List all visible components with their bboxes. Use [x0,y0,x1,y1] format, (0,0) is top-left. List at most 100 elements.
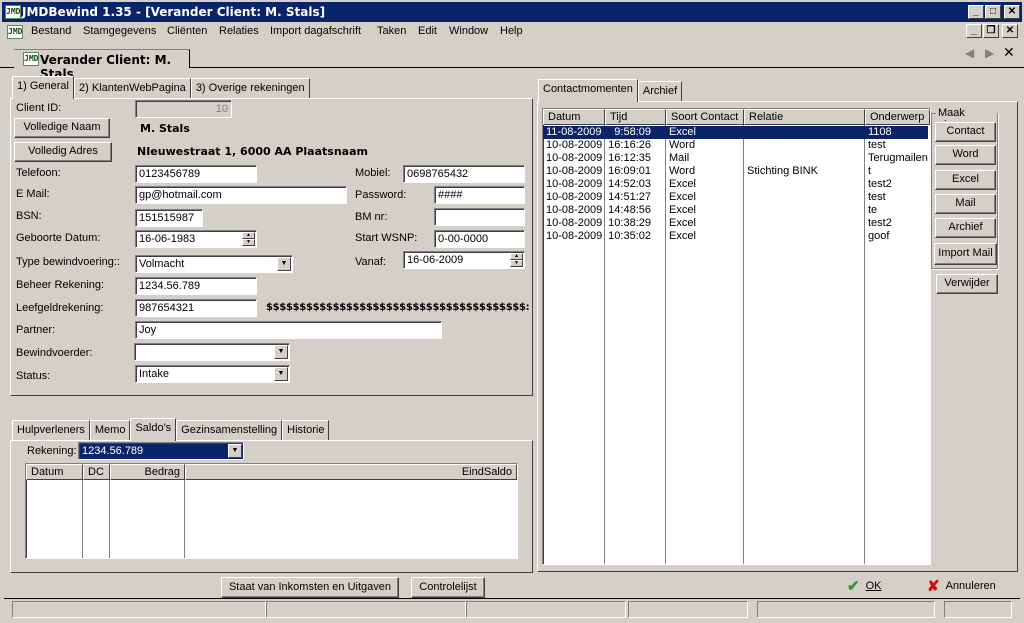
col-header-bedrag[interactable]: Bedrag [110,464,185,480]
menu-taken[interactable]: Taken [377,25,406,37]
minimize-button[interactable]: _ [968,5,984,19]
cell-soort: Excel [669,126,696,138]
col-header-dc[interactable]: DC [83,464,110,480]
leefgeldrekening-field[interactable]: 987654321 [135,299,257,317]
spin-up-icon[interactable]: ▲ [242,232,255,239]
geboorte-datum-field[interactable]: 16-06-1983 ▲ ▼ [135,230,257,248]
col-header-datum[interactable]: Datum [543,109,605,125]
menu-clienten[interactable]: Cliënten [167,25,207,37]
tab-close-icon[interactable]: ✕ [1003,44,1015,61]
vanaf-field[interactable]: 16-06-2009 ▲ ▼ [403,251,525,269]
password-field[interactable]: #### [434,186,525,204]
bsn-field[interactable]: 151515987 [135,209,203,227]
bewindvoerder-select[interactable]: ▼ [134,343,290,361]
contact-row[interactable]: 10-08-2009 16:16:26 Word test [543,139,930,152]
chevron-down-icon[interactable]: ▼ [228,444,242,458]
cell-datum: 10-08-2009 [546,217,603,229]
col-header-soort-contact[interactable]: Soort Contact [666,109,744,125]
menu-import-dagafschrift[interactable]: Import dagafschrift [270,25,361,37]
menu-bestand[interactable]: Bestand [31,25,71,37]
col-header-onderwerp[interactable]: Onderwerp [865,109,930,125]
menu-window[interactable]: Window [449,25,488,37]
mdi-minimize-button[interactable]: _ [966,24,982,38]
col-header-tijd[interactable]: Tijd [605,109,666,125]
tab-historie[interactable]: Historie [282,420,330,440]
tab-contactmomenten[interactable]: Contactmomenten [538,79,638,102]
contact-button[interactable]: Contact [935,122,996,142]
tab-hulpverleners[interactable]: Hulpverleners [12,420,90,440]
cell-onderwerp: test2 [868,217,892,229]
mail-button[interactable]: Mail [935,194,996,214]
col-divider [184,480,185,558]
rekening-select[interactable]: 1234.56.789 ▼ [78,442,244,460]
status-value: Intake [139,368,169,380]
tab-next-icon[interactable]: ▶ [985,46,994,60]
excel-button[interactable]: Excel [935,170,996,190]
staat-inkomsten-uitgaven-button[interactable]: Staat van Inkomsten en Uitgaven [221,577,399,598]
vanaf-spinner[interactable]: ▲ ▼ [510,253,523,267]
contact-row[interactable]: 10-08-2009 10:38:29 Excel test2 [543,217,930,230]
contact-row[interactable]: 10-08-2009 14:51:27 Excel test [543,191,930,204]
start-wsnp-field[interactable]: 0-00-0000 [434,230,525,248]
cell-datum: 10-08-2009 [546,230,603,242]
cell-onderwerp: te [868,204,878,216]
tab-archief[interactable]: Archief [637,81,683,101]
chevron-down-icon[interactable]: ▼ [277,257,291,271]
tab-klantenwebpagina[interactable]: 2) KlantenWebPagina [73,78,191,98]
jmd-menu-icon[interactable]: JMD [7,25,23,39]
archief-button[interactable]: Archief [935,218,996,238]
annuleren-button[interactable]: ✘ Annuleren [927,577,996,595]
menu-relaties[interactable]: Relaties [219,25,259,37]
tab-saldos[interactable]: Saldo's [130,418,177,441]
chevron-down-icon[interactable]: ▼ [274,367,288,381]
contact-row[interactable]: 10-08-2009 16:12:35 Mail Terugmailen [543,152,930,165]
mobiel-field[interactable]: 0698765432 [403,165,525,183]
tab-prev-icon[interactable]: ◀ [965,46,974,60]
contact-row[interactable]: 10-08-2009 10:35:02 Excel goof [543,230,930,243]
tab-general[interactable]: 1) General [12,76,74,99]
beheer-rekening-field[interactable]: 1234.56.789 [135,277,257,295]
close-button[interactable]: ✕ [1004,5,1020,19]
saldos-grid[interactable]: Datum DC Bedrag EindSaldo [25,463,518,559]
telefoon-field[interactable]: 0123456789 [135,165,257,183]
contact-row[interactable]: 11-08-2009 9:58:09 Excel 1108 [543,126,928,139]
contacts-grid[interactable]: Datum Tijd Soort Contact Relatie Onderwe… [542,108,931,565]
mdi-close-button[interactable]: ✕ [1002,24,1018,38]
partner-field[interactable]: Joy [135,321,442,339]
col-header-eindsaldo[interactable]: EindSaldo [185,464,517,480]
menu-stamgegevens[interactable]: Stamgegevens [83,25,156,37]
contact-row[interactable]: 10-08-2009 14:52:03 Excel test2 [543,178,930,191]
volledige-naam-button[interactable]: Volledige Naam [14,118,110,138]
tab-overige-rekeningen[interactable]: 3) Overige rekeningen [190,78,310,98]
spin-up-icon[interactable]: ▲ [510,253,523,260]
import-mail-button[interactable]: Import Mail [934,243,997,265]
mdi-restore-button[interactable]: ❐ [983,24,999,38]
geboorte-datum-value: 16-06-1983 [139,233,196,245]
controlelijst-button[interactable]: Controlelijst [411,577,485,598]
cell-tijd: 14:52:03 [608,178,651,190]
contact-row[interactable]: 10-08-2009 16:09:01 Word Stichting BINK t [543,165,930,178]
col-header-relatie[interactable]: Relatie [744,109,865,125]
spin-down-icon[interactable]: ▼ [510,260,523,267]
menu-edit[interactable]: Edit [418,25,437,37]
contact-row[interactable]: 10-08-2009 14:48:56 Excel te [543,204,930,217]
document-tab[interactable]: JMD Verander Client: M. Stals [14,49,190,81]
type-bewindvoering-select[interactable]: Volmacht ▼ [135,255,293,273]
chevron-down-icon[interactable]: ▼ [274,345,288,359]
menu-help[interactable]: Help [500,25,523,37]
status-select[interactable]: Intake ▼ [135,365,290,383]
vanaf-value: 16-06-2009 [407,254,464,266]
bm-nr-field[interactable] [434,208,525,226]
tab-gezinsamenstelling[interactable]: Gezinsamenstelling [176,420,283,440]
word-button[interactable]: Word [935,145,996,165]
spin-down-icon[interactable]: ▼ [242,239,255,246]
verwijder-button[interactable]: Verwijder [936,274,998,294]
bsn-label: BSN: [16,210,42,222]
email-field[interactable]: gp@hotmail.com [135,186,347,204]
geboorte-spinner[interactable]: ▲ ▼ [242,232,255,246]
volledig-adres-button[interactable]: Volledig Adres [14,142,112,162]
tab-memo[interactable]: Memo [89,420,131,440]
ok-button[interactable]: ✔ OK [847,577,881,595]
col-header-datum[interactable]: Datum [26,464,83,480]
maximize-button[interactable]: □ [985,5,1001,19]
